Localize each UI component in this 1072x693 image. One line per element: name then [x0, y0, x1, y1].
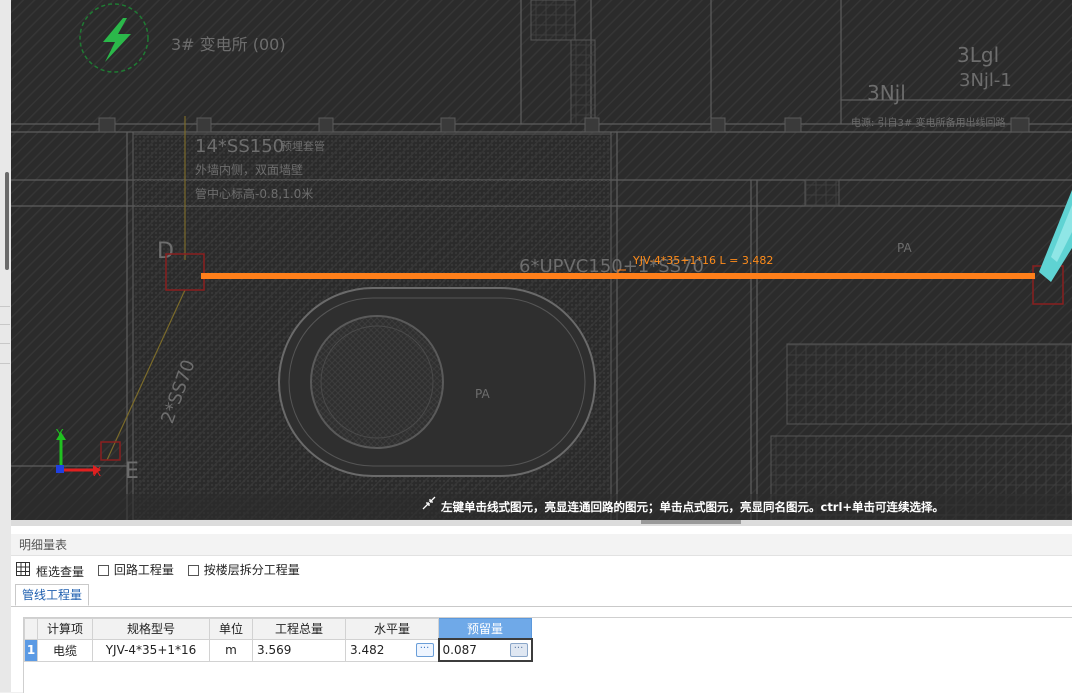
axis-y-label: Y — [55, 427, 64, 441]
panel-title: 明细量表 — [11, 534, 1072, 556]
cell-total[interactable]: 3.569 — [252, 638, 346, 662]
splitter-handle[interactable] — [641, 520, 741, 524]
cad-text-equip: 3# 变电所 (00) — [171, 35, 286, 54]
axis-x-label: X — [93, 465, 101, 479]
cell-reserve[interactable]: 0.087 ··· — [437, 638, 533, 662]
strip-divider — [0, 324, 10, 325]
strip-divider — [0, 343, 10, 344]
loop-quantity-checkbox[interactable]: 回路工程量 — [97, 560, 174, 580]
ellipsis-icon[interactable]: ··· — [509, 643, 528, 657]
cable-length-label: YJV-4*35+1*16 L = 3.482 — [632, 254, 773, 267]
cad-text-pa-1: PA — [475, 387, 490, 401]
table-row[interactable]: 1 电缆 YJV-4*35+1*16 m 3.569 3.482 ··· 0.0… — [24, 638, 533, 662]
col-header-reserve[interactable]: 预留量 — [438, 618, 532, 640]
col-header-horizontal[interactable]: 水平量 — [345, 618, 439, 640]
floor-split-label: 按楼层拆分工程量 — [203, 563, 300, 577]
cell-reserve-value[interactable]: 0.087 — [443, 643, 477, 657]
cad-text-pa-2: PA — [897, 241, 912, 255]
cell-spec[interactable]: YJV-4*35+1*16 — [92, 638, 210, 662]
col-header-unit[interactable]: 单位 — [209, 618, 253, 640]
side-panel-grip[interactable] — [5, 172, 9, 270]
table-header-row: 计算项 规格型号 单位 工程总量 水平量 预留量 — [24, 618, 532, 640]
cad-text-note-1: 外墙内侧，双面墙壁 — [195, 162, 303, 177]
col-header-item[interactable]: 计算项 — [37, 618, 93, 640]
cell-unit[interactable]: m — [209, 638, 253, 662]
checkbox-box[interactable] — [187, 564, 199, 576]
cad-text-power-note: 电源: 引自3# 变电所备用出线回路 — [851, 116, 1005, 129]
canvas-hint-bar: 左键单击线式图元，亮显连通回路的图元；单击点式图元，亮显同名图元。ctrl+单击… — [421, 496, 944, 518]
cad-text-note-2: 管中心标高-0.8,1.0米 — [195, 186, 313, 201]
box-select-button[interactable]: 框选查量 — [16, 561, 85, 582]
floor-split-checkbox[interactable]: 按楼层拆分工程量 — [187, 560, 300, 580]
col-header-total[interactable]: 工程总量 — [252, 618, 346, 640]
cell-horizontal-value: 3.482 — [350, 643, 385, 657]
cad-text-ss150-note: 预埋套管 — [281, 139, 325, 153]
ellipsis-icon[interactable]: ··· — [415, 643, 434, 657]
box-select-label: 框选查量 — [36, 564, 85, 579]
checkbox-box[interactable] — [97, 564, 109, 576]
cad-text-nj1-b: 3Njl — [867, 81, 906, 105]
quantity-table-wrap: 计算项 规格型号 单位 工程总量 水平量 预留量 1 电缆 YJV-4*35+1… — [23, 617, 1072, 693]
quantity-table: 计算项 规格型号 单位 工程总量 水平量 预留量 1 电缆 YJV-4*35+1… — [24, 618, 533, 662]
cad-text-nj1-a: 3Njl-1 — [959, 70, 1012, 91]
canvas-hint-text: 左键单击线式图元，亮显连通回路的图元；单击点式图元，亮显同名图元。ctrl+单击… — [441, 500, 945, 514]
detail-quantity-panel: 明细量表 框选查量 回路工程量 按楼层拆分工程量 管线工程量 计算项 规格型号 … — [11, 526, 1072, 693]
loop-quantity-label: 回路工程量 — [113, 563, 174, 577]
col-header-spec[interactable]: 规格型号 — [92, 618, 210, 640]
cell-horizontal[interactable]: 3.482 ··· — [345, 638, 439, 662]
cad-drawing: 3# 变电所 (00) 14*SS150 预埋套管 外墙内侧，双面墙壁 管中心标… — [11, 0, 1072, 520]
grid-icon — [16, 561, 30, 582]
panel-toolbar: 框选查量 回路工程量 按楼层拆分工程量 — [16, 560, 310, 580]
cad-text-ss150: 14*SS150 — [195, 136, 284, 157]
drawing-canvas[interactable]: 3# 变电所 (00) 14*SS150 预埋套管 外墙内侧，双面墙壁 管中心标… — [11, 0, 1072, 520]
cad-text-e: E — [125, 459, 139, 484]
strip-divider — [0, 306, 10, 307]
tab-pipe-quantity[interactable]: 管线工程量 — [15, 584, 90, 606]
panel-tabs: 管线工程量 — [11, 584, 1072, 607]
row-index[interactable]: 1 — [24, 638, 38, 662]
cell-item[interactable]: 电缆 — [37, 638, 93, 662]
row-index-header — [24, 618, 38, 640]
cad-text-lgl: 3Lgl — [957, 43, 999, 67]
strip-divider — [0, 363, 10, 364]
